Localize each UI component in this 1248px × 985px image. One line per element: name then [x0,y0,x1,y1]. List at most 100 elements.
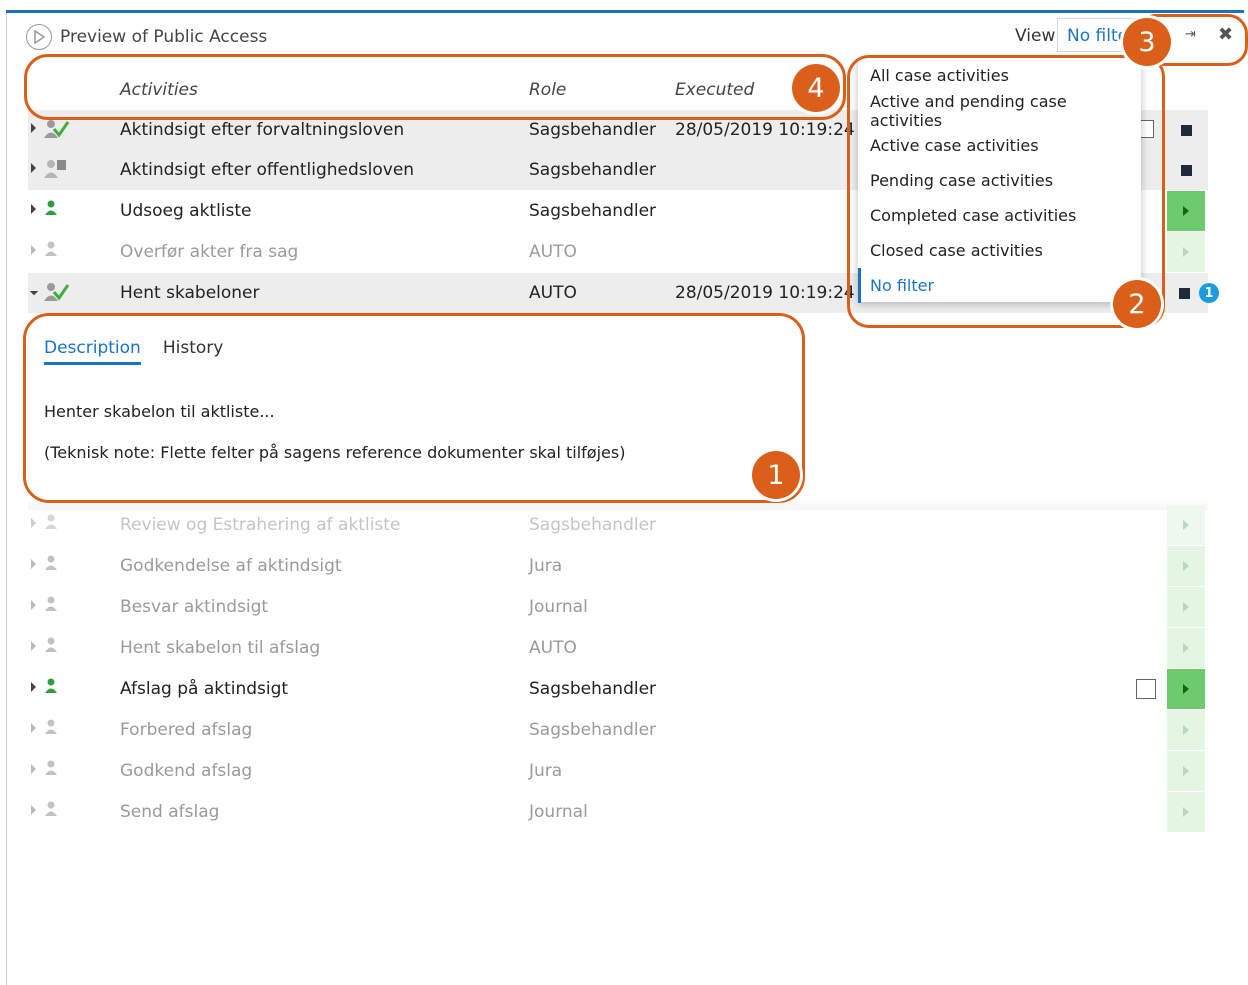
closed-user-icon [44,158,70,184]
window-top-border [0,0,1248,14]
expand-arrow-icon[interactable] [31,600,36,610]
activity-name: Aktindsigt efter offentlighedsloven [120,160,415,180]
activity-name: Overfør akter fra sag [120,242,299,262]
annotation-marker-2: 2 [1113,280,1161,328]
run-activity-button[interactable] [1167,505,1205,545]
play-arrow-icon [1183,520,1189,530]
stop-icon [1179,287,1190,299]
activity-executed: 28/05/2019 10:19:24 [675,120,855,140]
activity-role: Sagsbehandler [529,720,657,740]
completed-user-icon [44,118,70,144]
expand-arrow-icon[interactable] [31,764,36,774]
play-arrow-icon [1183,602,1189,612]
expand-arrow-icon[interactable] [31,641,36,651]
activity-role: Sagsbehandler [529,201,657,221]
run-activity-button[interactable] [1167,628,1205,668]
stop-button[interactable] [1167,110,1205,150]
run-activity-button[interactable] [1167,751,1205,791]
activity-name: Udsoeg aktliste [120,201,252,221]
expand-arrow-icon[interactable] [31,805,36,815]
activity-name: Afslag på aktindsigt [120,679,289,699]
play-arrow-icon [1183,766,1189,776]
run-activity-button[interactable] [1167,792,1205,832]
activity-executed: 28/05/2019 10:19:24 [675,283,855,303]
activity-name: Send afslag [120,802,220,822]
annotation-box-4 [24,54,846,120]
play-arrow-icon [1183,643,1189,653]
expand-arrow-icon[interactable] [31,204,36,214]
window-header: Preview of Public Access [26,22,267,52]
expand-arrow-icon[interactable] [31,163,36,173]
run-activity-button[interactable] [1167,587,1205,627]
annotation-box-1 [23,313,805,503]
run-activity-button[interactable] [1167,546,1205,586]
activity-role: AUTO [529,638,577,658]
table-row[interactable]: Forbered afslag Sagsbehandler [28,710,1208,750]
active-user-icon [44,199,70,225]
annotation-marker-1: 1 [752,451,800,499]
activity-name: Besvar aktindsigt [120,597,269,617]
activity-name: Godkend afslag [120,761,253,781]
activity-role: AUTO [529,283,577,303]
activity-role: AUTO [529,242,577,262]
pending-user-icon [44,636,70,662]
pending-user-icon [44,759,70,785]
play-arrow-icon [1183,807,1189,817]
table-row[interactable]: Godkendelse af aktindsigt Jura [28,546,1208,586]
annotation-marker-4: 4 [792,64,840,112]
activity-role: Sagsbehandler [529,679,657,699]
pending-user-icon [44,718,70,744]
stop-icon [1180,164,1192,176]
table-row[interactable]: Besvar aktindsigt Journal [28,587,1208,627]
window-title: Preview of Public Access [60,27,268,47]
activity-name: Hent skabeloner [120,283,260,303]
activity-name: Review og Estrahering af aktliste [120,515,401,535]
table-row[interactable]: Afslag på aktindsigt Sagsbehandler [28,669,1208,709]
expand-arrow-icon[interactable] [31,245,36,255]
run-activity-button[interactable] [1167,232,1205,272]
activity-name: Aktindsigt efter forvaltningsloven [120,120,405,140]
expand-arrow-icon[interactable] [31,559,36,569]
collapse-arrow-icon[interactable] [29,286,39,296]
activity-name: Godkendelse af aktindsigt [120,556,342,576]
window-left-border [6,13,7,985]
expand-arrow-icon[interactable] [31,723,36,733]
stop-icon [1180,124,1192,136]
pending-user-icon [44,240,70,266]
view-label: View [1015,26,1056,46]
activity-role: Sagsbehandler [529,160,657,180]
expand-arrow-icon[interactable] [31,123,36,133]
play-arrow-icon [1183,561,1189,571]
stop-button[interactable] [1167,150,1205,190]
activity-checkbox[interactable] [1136,679,1156,699]
activity-name: Hent skabelon til afslag [120,638,321,658]
table-row[interactable]: Review og Estrahering af aktliste Sagsbe… [28,505,1208,545]
pending-user-icon [44,800,70,826]
table-row[interactable]: Send afslag Journal [28,792,1208,832]
play-arrow-icon [1183,206,1189,216]
expand-arrow-icon[interactable] [31,682,36,692]
active-user-icon [44,677,70,703]
activity-role: Journal [529,802,588,822]
annotation-marker-3: 3 [1123,18,1171,66]
run-activity-button[interactable] [1167,669,1205,709]
activity-role: Sagsbehandler [529,120,657,140]
table-row[interactable]: Godkend afslag Jura [28,751,1208,791]
pending-user-icon [44,595,70,621]
activity-role: Journal [529,597,588,617]
activity-name: Forbered afslag [120,720,253,740]
table-row[interactable]: Hent skabelon til afslag AUTO [28,628,1208,668]
annotation-box-2 [847,55,1165,328]
pending-user-icon [44,513,70,539]
run-activity-button[interactable] [1167,191,1205,231]
activity-role: Sagsbehandler [529,515,657,535]
run-activity-button[interactable] [1167,710,1205,750]
completed-user-icon [44,281,70,307]
activity-role: Jura [529,761,563,781]
play-arrow-icon [1183,725,1189,735]
expand-arrow-icon[interactable] [31,518,36,528]
activity-role: Jura [529,556,563,576]
pending-user-icon [44,554,70,580]
notification-badge[interactable]: 1 [1199,283,1219,303]
play-icon[interactable] [26,24,52,50]
